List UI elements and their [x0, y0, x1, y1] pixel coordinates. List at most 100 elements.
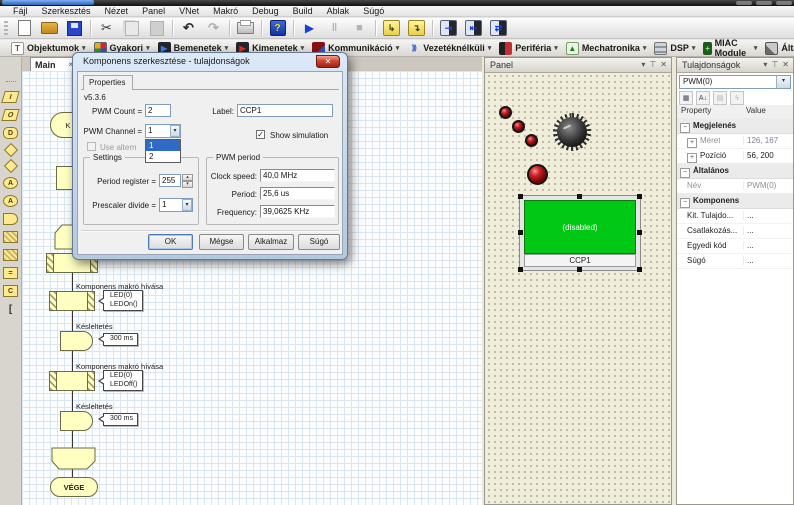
property-value[interactable]: 126, 167 [743, 136, 793, 145]
components-miac-button[interactable]: + MIAC Module ▾ [700, 37, 762, 59]
property-group-row[interactable]: − Komponens [677, 193, 793, 209]
macro-step-in-button[interactable]: ⇥ [437, 19, 460, 37]
ok-button[interactable]: OK [148, 234, 193, 250]
chevron-down-icon[interactable]: ▾ [170, 125, 180, 137]
collapse-icon[interactable]: − [680, 168, 690, 178]
potentiometer-knob[interactable] [557, 117, 587, 147]
selection-handle[interactable] [518, 230, 523, 235]
flow-delay-shape[interactable] [60, 411, 93, 431]
pwm-count-field[interactable]: 2 [145, 104, 171, 117]
selection-handle[interactable] [637, 194, 642, 199]
paste-button[interactable] [145, 19, 168, 37]
property-value[interactable]: ... [743, 211, 793, 220]
categorize-icon[interactable]: ▦ [679, 91, 693, 105]
property-value[interactable]: ... [743, 241, 793, 250]
cancel-button[interactable]: Mégse [199, 234, 244, 250]
macro-step-out-button[interactable]: ⇤ [462, 19, 485, 37]
step-into-button[interactable]: ↳ [380, 19, 403, 37]
components-wireless-button[interactable]: ))) Vezetéknélküli ▾ [404, 41, 496, 56]
apply-button[interactable]: Alkalmaz [248, 234, 294, 250]
selection-handle[interactable] [577, 267, 582, 272]
chevron-down-icon[interactable]: ▾ [182, 199, 192, 211]
components-dsp-button[interactable]: DSP ▾ [651, 41, 700, 56]
macro-icon[interactable]: A [3, 195, 18, 207]
step-over-button[interactable]: ↴ [405, 19, 428, 37]
menu-makro[interactable]: Makró [206, 6, 245, 17]
led-large[interactable] [527, 164, 548, 185]
save-button[interactable] [63, 19, 86, 37]
code-icon[interactable]: C [3, 285, 18, 297]
label-field[interactable]: CCP1 [237, 104, 333, 117]
close-button[interactable] [776, 1, 792, 5]
led-small-3[interactable] [525, 134, 538, 147]
properties-close-icon[interactable]: ✕ [782, 60, 789, 69]
property-group-row[interactable]: − Megjelenés [677, 118, 793, 134]
switch-icon[interactable] [3, 158, 18, 174]
input-icon[interactable]: I [1, 91, 20, 103]
property-row[interactable]: + Méret 126, 167 [677, 133, 793, 149]
decision-icon[interactable] [3, 142, 18, 158]
property-row[interactable]: Csatlakozás... ... [677, 223, 793, 239]
calc-box-icon[interactable]: = [3, 267, 18, 279]
properties-pin-icon[interactable]: ⊤ [771, 60, 778, 69]
menu-build[interactable]: Build [286, 6, 320, 17]
spinner-up-icon[interactable]: ▴ [182, 174, 193, 181]
panel-menu-icon[interactable]: ▾ [641, 60, 645, 69]
property-row[interactable]: Kit. Tulajdo... ... [677, 208, 793, 224]
sort-az-icon[interactable]: A↓ [696, 91, 710, 105]
menu-szerkesztes[interactable]: Szerkesztés [35, 6, 98, 17]
led-small-1[interactable] [499, 106, 512, 119]
output-icon[interactable]: O [1, 109, 20, 121]
property-row[interactable]: + Pozíció 56, 200 [677, 148, 793, 164]
print-button[interactable] [234, 19, 257, 37]
menu-fajl[interactable]: Fájl [6, 6, 35, 17]
toolbar-grip[interactable] [4, 20, 8, 36]
flow-end-shape[interactable]: VÉGE [50, 477, 98, 497]
open-button[interactable] [38, 19, 61, 37]
flow-macro-block[interactable] [49, 291, 95, 311]
help-button[interactable]: Súgó [298, 234, 340, 250]
property-value[interactable]: PWM(0) [743, 181, 793, 190]
comment-icon[interactable]: [ [3, 303, 18, 315]
panel-close-icon[interactable]: ✕ [660, 60, 667, 69]
delay-icon[interactable]: D [3, 127, 18, 139]
pause-button[interactable]: ‖ [323, 19, 346, 37]
connection-point-icon[interactable] [3, 213, 18, 225]
properties-menu-icon[interactable]: ▾ [763, 60, 767, 69]
expand-icon[interactable]: + [687, 138, 697, 148]
panel-pin-icon[interactable]: ⊤ [649, 60, 656, 69]
stop-button[interactable]: ■ [348, 19, 371, 37]
selection-handle[interactable] [518, 267, 523, 272]
property-row[interactable]: Név PWM(0) [677, 178, 793, 194]
maximize-button[interactable] [756, 1, 772, 5]
dropdown-option[interactable]: 2 [146, 151, 180, 162]
macro-run-button[interactable]: ⇄ [487, 19, 510, 37]
show-simulation-checkbox[interactable]: ✓ [256, 130, 265, 139]
tab-properties[interactable]: Properties [83, 75, 133, 90]
spinner-down-icon[interactable]: ▾ [182, 181, 193, 188]
copy-button[interactable] [120, 19, 143, 37]
menu-vnet[interactable]: VNet [172, 6, 206, 17]
undo-button[interactable]: ↶ [177, 19, 200, 37]
selection-handle[interactable] [577, 194, 582, 199]
menu-debug[interactable]: Debug [245, 6, 286, 17]
selection-handle[interactable] [518, 194, 523, 199]
collapse-icon[interactable]: − [680, 198, 690, 208]
menu-nezet[interactable]: Nézet [98, 6, 136, 17]
flash-icon[interactable]: ϟ [730, 91, 744, 105]
period-register-field[interactable]: 255 [159, 174, 181, 187]
components-mechatronics-button[interactable]: ▲ Mechatronika ▾ [563, 41, 652, 56]
components-general-button[interactable]: Általános ▾ [762, 41, 794, 56]
flow-macro-block[interactable] [49, 371, 95, 391]
property-value[interactable]: 56, 200 [743, 151, 793, 160]
led-small-2[interactable] [512, 120, 525, 133]
flow-loop-end-shape[interactable] [51, 447, 96, 470]
property-row[interactable]: Egyedi kód ... [677, 238, 793, 254]
tab-main[interactable]: Main × [30, 57, 78, 71]
run-button[interactable]: ▶ [298, 19, 321, 37]
redo-button[interactable]: ↷ [202, 19, 225, 37]
menu-sugo[interactable]: Súgó [356, 6, 391, 17]
flow-delay-shape[interactable] [60, 331, 93, 351]
menu-panel[interactable]: Panel [135, 6, 172, 17]
minimize-button[interactable] [736, 1, 752, 5]
